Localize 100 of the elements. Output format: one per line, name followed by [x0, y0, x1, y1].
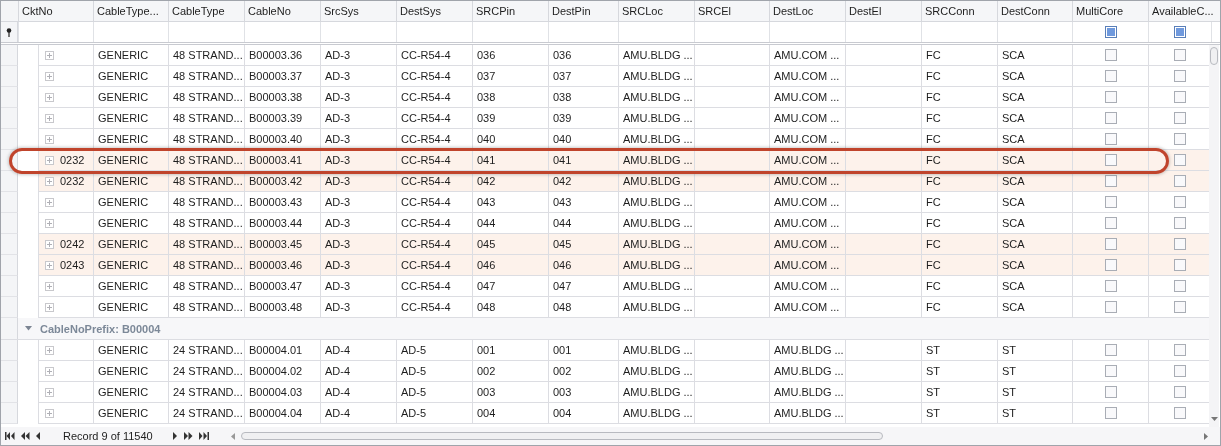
expand-plus-icon[interactable]: [45, 71, 54, 81]
column-header[interactable]: SRCPin: [472, 1, 548, 21]
expand-plus-icon[interactable]: [45, 387, 54, 397]
table-row[interactable]: 0232 GENERIC 48 STRAND... B00003.41 AD-3 CC-R54-4 041 041 AMU.BLDG ... AMU.COM ... FC SCA: [1, 150, 1209, 171]
column-header[interactable]: CableType...: [93, 1, 168, 21]
checkbox[interactable]: [1104, 238, 1117, 250]
table-row[interactable]: GENERIC 48 STRAND... B00003.43 AD-3 CC-R54-4 043 043 AMU.BLDG ... AMU.COM ... FC SCA: [1, 192, 1209, 213]
column-header[interactable]: SRCConn: [921, 1, 997, 21]
checkbox[interactable]: [1104, 112, 1117, 124]
column-header[interactable]: SRCLoc: [618, 1, 694, 21]
checkbox[interactable]: [1104, 365, 1117, 377]
checkbox[interactable]: [1174, 196, 1186, 208]
table-row[interactable]: GENERIC 24 STRAND... B00004.04 AD-4 AD-5 004 004 AMU.BLDG ... AMU.BLDG ... ST ST: [1, 403, 1209, 424]
table-row[interactable]: GENERIC 48 STRAND... B00003.47 AD-3 CC-R54-4 047 047 AMU.BLDG ... AMU.COM ... FC SCA: [1, 276, 1209, 297]
checkbox[interactable]: [1104, 91, 1117, 103]
column-header[interactable]: DestConn: [997, 1, 1072, 21]
expand-plus-icon[interactable]: [45, 155, 54, 165]
checkbox[interactable]: [1174, 301, 1186, 313]
checkbox[interactable]: [1104, 344, 1117, 356]
expand-plus-icon[interactable]: [45, 134, 54, 144]
scroll-right-arrow-icon[interactable]: [1204, 432, 1208, 440]
checkbox[interactable]: [1104, 386, 1117, 398]
table-row[interactable]: GENERIC 48 STRAND... B00003.37 AD-3 CC-R54-4 037 037 AMU.BLDG ... AMU.COM ... FC SCA: [1, 66, 1209, 87]
previous-page-icon[interactable]: [21, 432, 30, 440]
expand-plus-icon[interactable]: [45, 239, 54, 249]
checkbox[interactable]: [1174, 259, 1186, 271]
expand-plus-icon[interactable]: [45, 176, 54, 186]
table-cell: CC-R54-4: [401, 301, 451, 313]
scroll-thumb[interactable]: [1210, 47, 1218, 65]
column-header[interactable]: DestSys: [396, 1, 472, 21]
column-header[interactable]: MultiCore: [1072, 1, 1148, 21]
checkbox[interactable]: [1174, 238, 1186, 250]
checkbox[interactable]: [1104, 70, 1117, 82]
checkbox[interactable]: [1174, 386, 1186, 398]
table-row[interactable]: 0232 GENERIC 48 STRAND... B00003.42 AD-3 CC-R54-4 042 042 AMU.BLDG ... AMU.COM ... FC SCA: [1, 171, 1209, 192]
filter-checkbox[interactable]: [1174, 26, 1186, 38]
table-cell: 040: [477, 133, 496, 145]
vertical-scrollbar[interactable]: [1209, 45, 1219, 427]
expand-plus-icon[interactable]: [45, 260, 54, 270]
expand-plus-icon[interactable]: [45, 197, 54, 207]
checkbox[interactable]: [1104, 217, 1117, 229]
table-row[interactable]: GENERIC 48 STRAND... B00003.36 AD-3 CC-R54-4 036 036 AMU.BLDG ... AMU.COM ... FC SCA: [1, 45, 1209, 66]
checkbox[interactable]: [1104, 301, 1117, 313]
checkbox[interactable]: [1174, 133, 1186, 145]
expand-plus-icon[interactable]: [45, 92, 54, 102]
checkbox[interactable]: [1174, 91, 1186, 103]
checkbox[interactable]: [1174, 112, 1186, 124]
expand-plus-icon[interactable]: [45, 345, 54, 355]
column-header[interactable]: AvailableC...: [1148, 1, 1220, 21]
table-row[interactable]: GENERIC 48 STRAND... B00003.38 AD-3 CC-R54-4 038 038 AMU.BLDG ... AMU.COM ... FC SCA: [1, 87, 1209, 108]
checkbox[interactable]: [1174, 70, 1186, 82]
first-record-icon[interactable]: [5, 432, 15, 440]
checkbox[interactable]: [1174, 344, 1186, 356]
checkbox[interactable]: [1174, 280, 1186, 292]
checkbox[interactable]: [1104, 407, 1117, 419]
table-row[interactable]: GENERIC 24 STRAND... B00004.03 AD-4 AD-5 003 003 AMU.BLDG ... AMU.BLDG ... ST ST: [1, 382, 1209, 403]
column-header[interactable]: SrcSys: [320, 1, 396, 21]
column-header[interactable]: SRCEl: [694, 1, 769, 21]
expand-plus-icon[interactable]: [45, 50, 54, 60]
last-record-icon[interactable]: [198, 432, 209, 440]
checkbox[interactable]: [1104, 133, 1117, 145]
checkbox[interactable]: [1174, 365, 1186, 377]
table-cell: FC: [926, 70, 941, 82]
expand-plus-icon[interactable]: [45, 281, 54, 291]
scroll-left-arrow-icon[interactable]: [231, 432, 235, 440]
column-header[interactable]: DestPin: [548, 1, 618, 21]
next-page-icon[interactable]: [183, 432, 193, 440]
column-header[interactable]: DestLoc: [769, 1, 845, 21]
checkbox[interactable]: [1104, 259, 1117, 271]
checkbox[interactable]: [1104, 196, 1117, 208]
expand-plus-icon[interactable]: [45, 366, 54, 376]
table-row[interactable]: 0243 GENERIC 48 STRAND... B00003.46 AD-3 CC-R54-4 046 046 AMU.BLDG ... AMU.COM ... FC SCA: [1, 255, 1209, 276]
previous-record-icon[interactable]: [36, 432, 41, 440]
table-row[interactable]: GENERIC 24 STRAND... B00004.01 AD-4 AD-5 001 001 AMU.BLDG ... AMU.BLDG ... ST ST: [1, 340, 1209, 361]
table-cell: 001: [553, 344, 572, 356]
checkbox[interactable]: [1104, 175, 1117, 187]
checkbox[interactable]: [1174, 407, 1186, 419]
column-header[interactable]: CktNo: [18, 1, 93, 21]
table-row[interactable]: GENERIC 24 STRAND... B00004.02 AD-4 AD-5 002 002 AMU.BLDG ... AMU.BLDG ... ST ST: [1, 361, 1209, 382]
column-header[interactable]: CableNo: [244, 1, 320, 21]
expand-plus-icon[interactable]: [45, 113, 54, 123]
table-row[interactable]: 0242 GENERIC 48 STRAND... B00003.45 AD-3 CC-R54-4 045 045 AMU.BLDG ... AMU.COM ... FC SCA: [1, 234, 1209, 255]
column-header[interactable]: CableType: [168, 1, 244, 21]
expand-triangle-icon[interactable]: [25, 326, 32, 331]
scroll-down-arrow-icon[interactable]: [1210, 417, 1218, 421]
next-record-icon[interactable]: [172, 432, 178, 440]
table-row[interactable]: GENERIC 48 STRAND... B00003.39 AD-3 CC-R54-4 039 039 AMU.BLDG ... AMU.COM ... FC SCA: [1, 108, 1209, 129]
scroll-thumb[interactable]: [241, 432, 883, 440]
checkbox[interactable]: [1104, 49, 1117, 61]
expand-plus-icon[interactable]: [45, 218, 54, 228]
column-header[interactable]: DestEl: [845, 1, 921, 21]
expand-plus-icon[interactable]: [45, 302, 54, 312]
filter-checkbox[interactable]: [1104, 26, 1117, 38]
checkbox[interactable]: [1104, 280, 1117, 292]
checkbox[interactable]: [1174, 49, 1186, 61]
checkbox[interactable]: [1104, 154, 1117, 166]
checkbox[interactable]: [1174, 154, 1186, 166]
expand-plus-icon[interactable]: [45, 408, 54, 418]
checkbox[interactable]: [1174, 175, 1186, 187]
checkbox[interactable]: [1174, 217, 1186, 229]
